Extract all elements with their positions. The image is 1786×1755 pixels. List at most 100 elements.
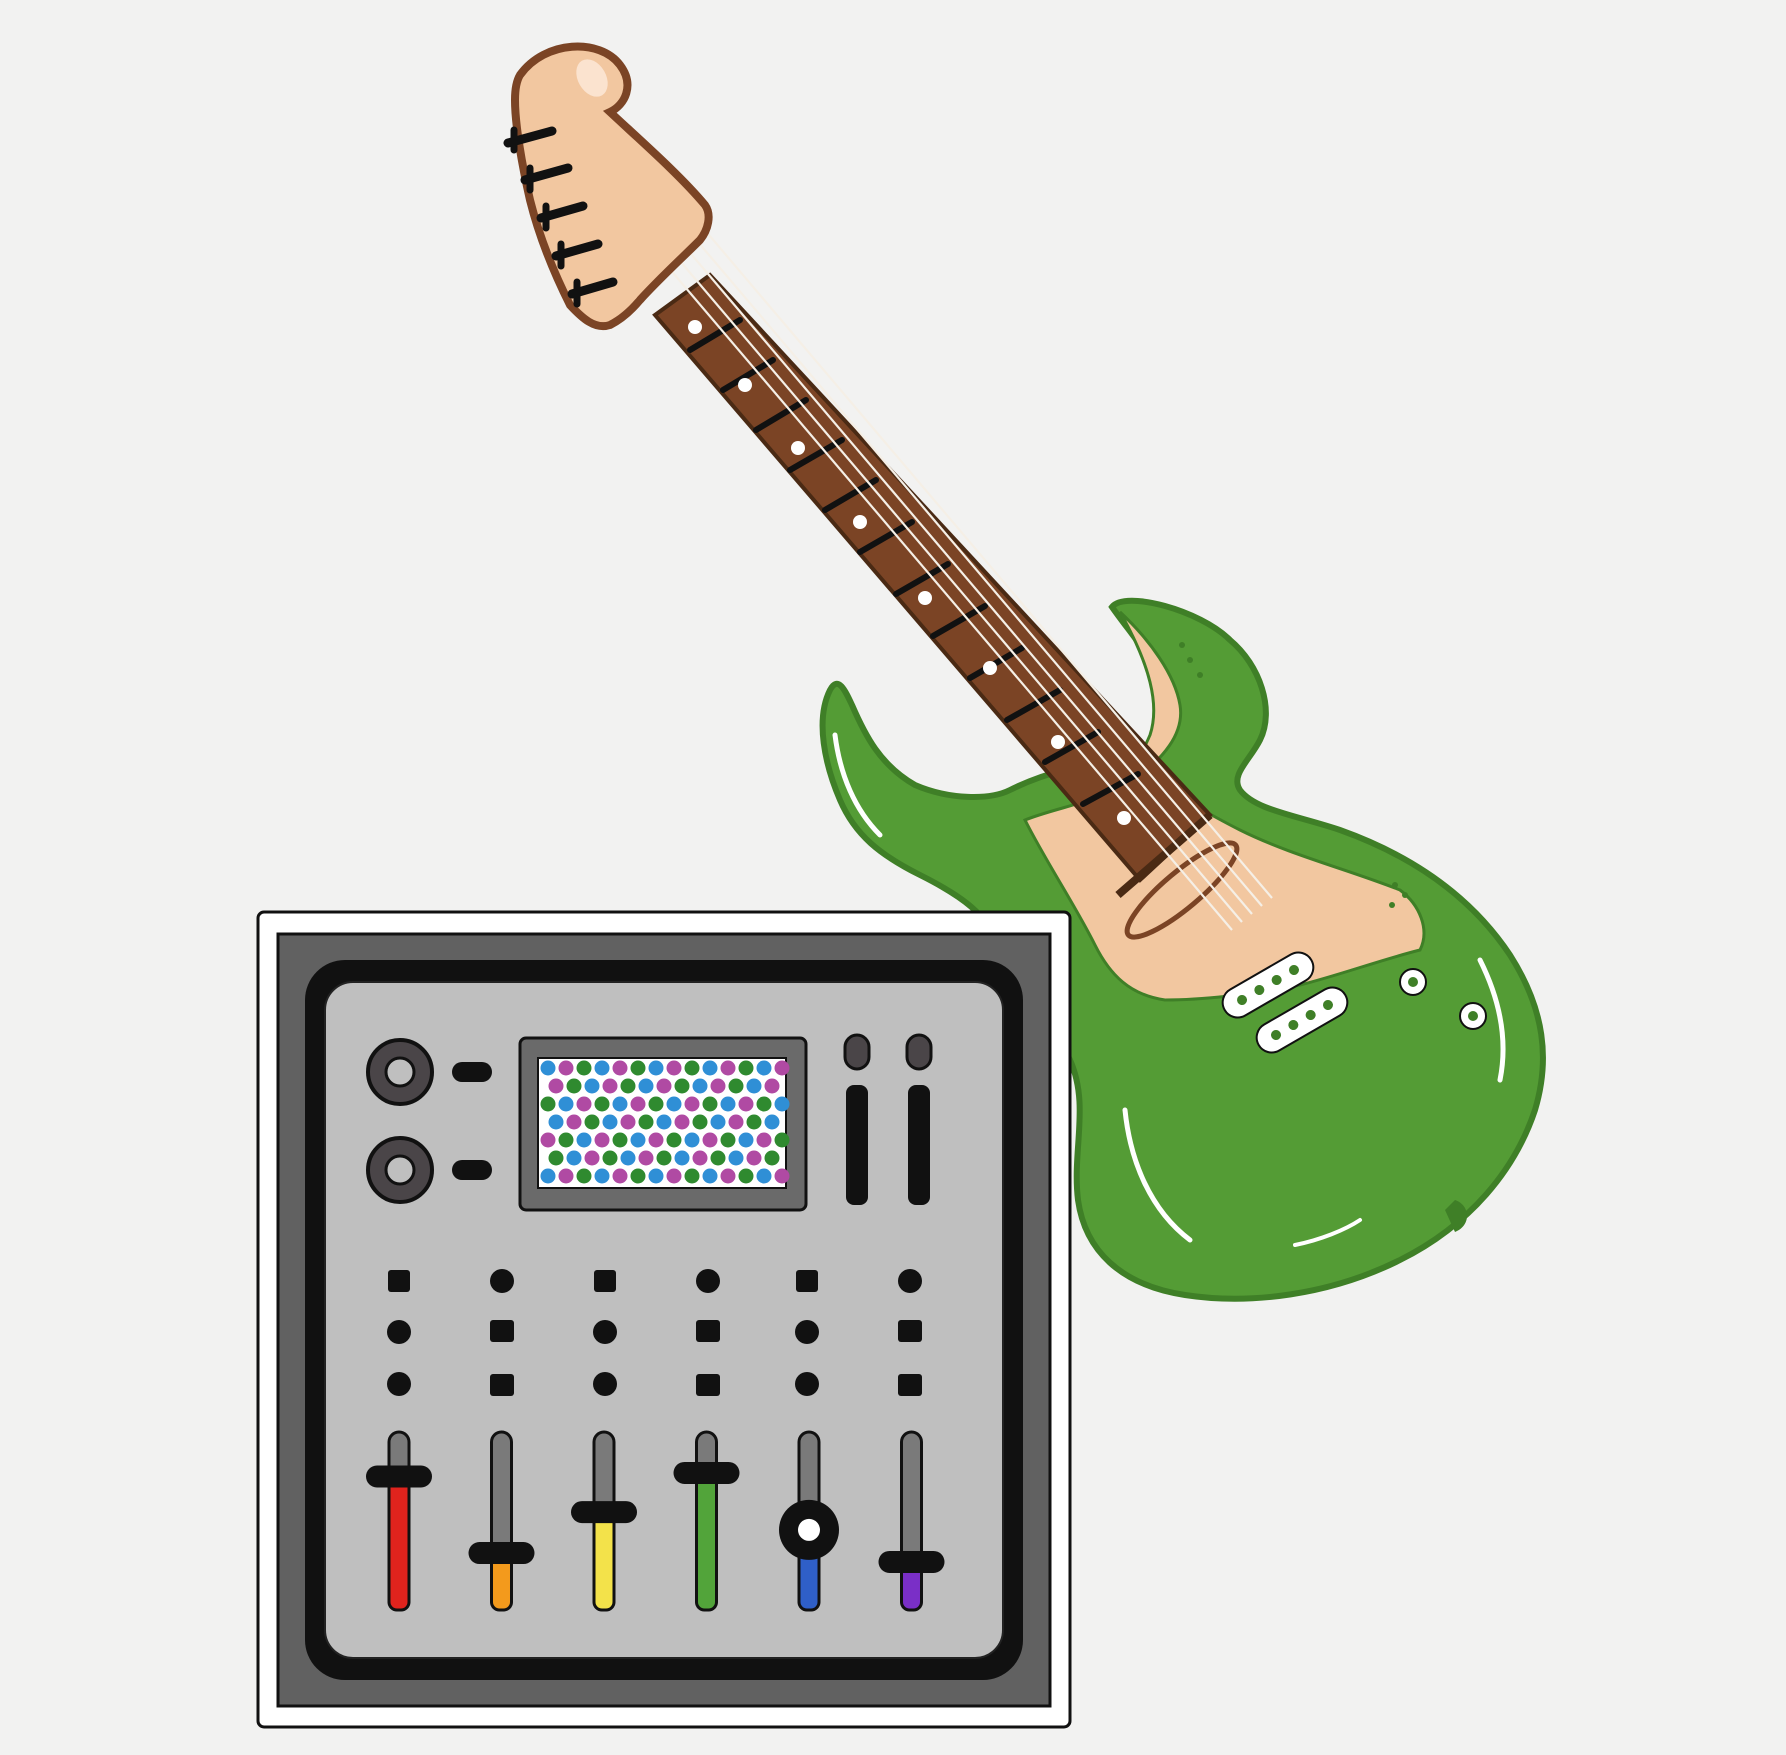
display-dot <box>594 1060 610 1076</box>
display-dot <box>576 1132 592 1148</box>
display-dot <box>774 1132 790 1148</box>
display-dot <box>684 1060 700 1076</box>
mixer-button[interactable] <box>696 1269 720 1293</box>
display-dot <box>602 1114 618 1130</box>
jack-switch <box>452 1160 492 1180</box>
display-dot <box>602 1150 618 1166</box>
display-dot <box>746 1150 762 1166</box>
display-dot <box>638 1114 654 1130</box>
fader-level-fill <box>695 1471 718 1612</box>
display-dot <box>620 1114 636 1130</box>
display-dot <box>576 1060 592 1076</box>
display-dot <box>684 1096 700 1112</box>
display-dot <box>576 1096 592 1112</box>
display-dot <box>566 1078 582 1094</box>
display-dot <box>666 1168 682 1184</box>
display-dot <box>540 1168 556 1184</box>
display-dot <box>648 1132 664 1148</box>
display-dot <box>584 1150 600 1166</box>
display-dot <box>764 1114 780 1130</box>
illustration-canvas <box>256 42 1546 1729</box>
display-dot <box>656 1114 672 1130</box>
display-dot <box>648 1096 664 1112</box>
display-dot <box>720 1060 736 1076</box>
display-dot <box>756 1096 772 1112</box>
display-dot <box>720 1132 736 1148</box>
mixer-button[interactable] <box>696 1320 720 1342</box>
mixer-button[interactable] <box>490 1320 514 1342</box>
display-dot <box>548 1150 564 1166</box>
illustration-scene <box>0 0 1786 1755</box>
mixer-button[interactable] <box>696 1374 720 1396</box>
display-dot <box>764 1078 780 1094</box>
display-dot <box>756 1060 772 1076</box>
display-dot <box>584 1114 600 1130</box>
mixer-button[interactable] <box>387 1372 411 1396</box>
meter-cap <box>843 1033 871 1071</box>
mixer-button[interactable] <box>593 1372 617 1396</box>
display-dot <box>702 1096 718 1112</box>
mixer-button[interactable] <box>795 1372 819 1396</box>
mixer-button[interactable] <box>795 1320 819 1344</box>
display-dot <box>656 1150 672 1166</box>
mixer-button[interactable] <box>796 1270 818 1292</box>
display-dot <box>674 1150 690 1166</box>
display-dot <box>738 1060 754 1076</box>
display-dot <box>728 1078 744 1094</box>
mixer-button[interactable] <box>898 1320 922 1342</box>
display-dot <box>656 1078 672 1094</box>
display-dot <box>720 1168 736 1184</box>
meter-cap <box>905 1033 933 1071</box>
display-dot <box>620 1078 636 1094</box>
display-dot <box>612 1168 628 1184</box>
display-dot <box>548 1078 564 1094</box>
display-dot <box>558 1168 574 1184</box>
display-dot <box>702 1060 718 1076</box>
display-dot <box>774 1060 790 1076</box>
display-dot <box>540 1096 556 1112</box>
fader-level-fill <box>387 1475 411 1612</box>
display-dot <box>702 1168 718 1184</box>
display-dot <box>630 1096 646 1112</box>
mixer-button[interactable] <box>898 1374 922 1396</box>
fader-knob[interactable] <box>878 1550 945 1573</box>
jack-switch <box>452 1062 492 1082</box>
display-dot <box>692 1078 708 1094</box>
mixer-button[interactable] <box>388 1270 410 1292</box>
display-dot <box>548 1114 564 1130</box>
display-dot <box>728 1150 744 1166</box>
display-dot <box>666 1132 682 1148</box>
mixer-button[interactable] <box>387 1320 411 1344</box>
fader-knob[interactable] <box>673 1461 740 1484</box>
display-dot <box>558 1060 574 1076</box>
display-dot <box>684 1132 700 1148</box>
display-dot <box>666 1060 682 1076</box>
mixer-display <box>518 1036 808 1212</box>
display-dot <box>630 1168 646 1184</box>
display-dot <box>774 1168 790 1184</box>
fader-level-fill <box>592 1510 616 1612</box>
display-dot <box>558 1132 574 1148</box>
fader-knob[interactable] <box>468 1542 535 1565</box>
mixer-button[interactable] <box>490 1269 514 1293</box>
fader-knob-center <box>798 1518 820 1541</box>
mixer-button[interactable] <box>593 1320 617 1344</box>
display-dot <box>738 1168 754 1184</box>
display-dot <box>702 1132 718 1148</box>
mixer-button[interactable] <box>594 1270 616 1292</box>
fader-knob[interactable] <box>366 1465 432 1488</box>
mixer-button[interactable] <box>490 1374 514 1396</box>
display-dot <box>756 1132 772 1148</box>
display-dot <box>584 1078 600 1094</box>
display-dot <box>692 1114 708 1130</box>
display-dot <box>648 1060 664 1076</box>
display-dot <box>638 1150 654 1166</box>
display-dot <box>674 1114 690 1130</box>
display-dot <box>620 1150 636 1166</box>
display-dot <box>612 1096 628 1112</box>
display-dot <box>692 1150 708 1166</box>
display-dot <box>720 1096 736 1112</box>
fader-knob[interactable] <box>571 1501 637 1524</box>
mixer-button[interactable] <box>898 1269 922 1293</box>
display-dot <box>540 1132 556 1148</box>
